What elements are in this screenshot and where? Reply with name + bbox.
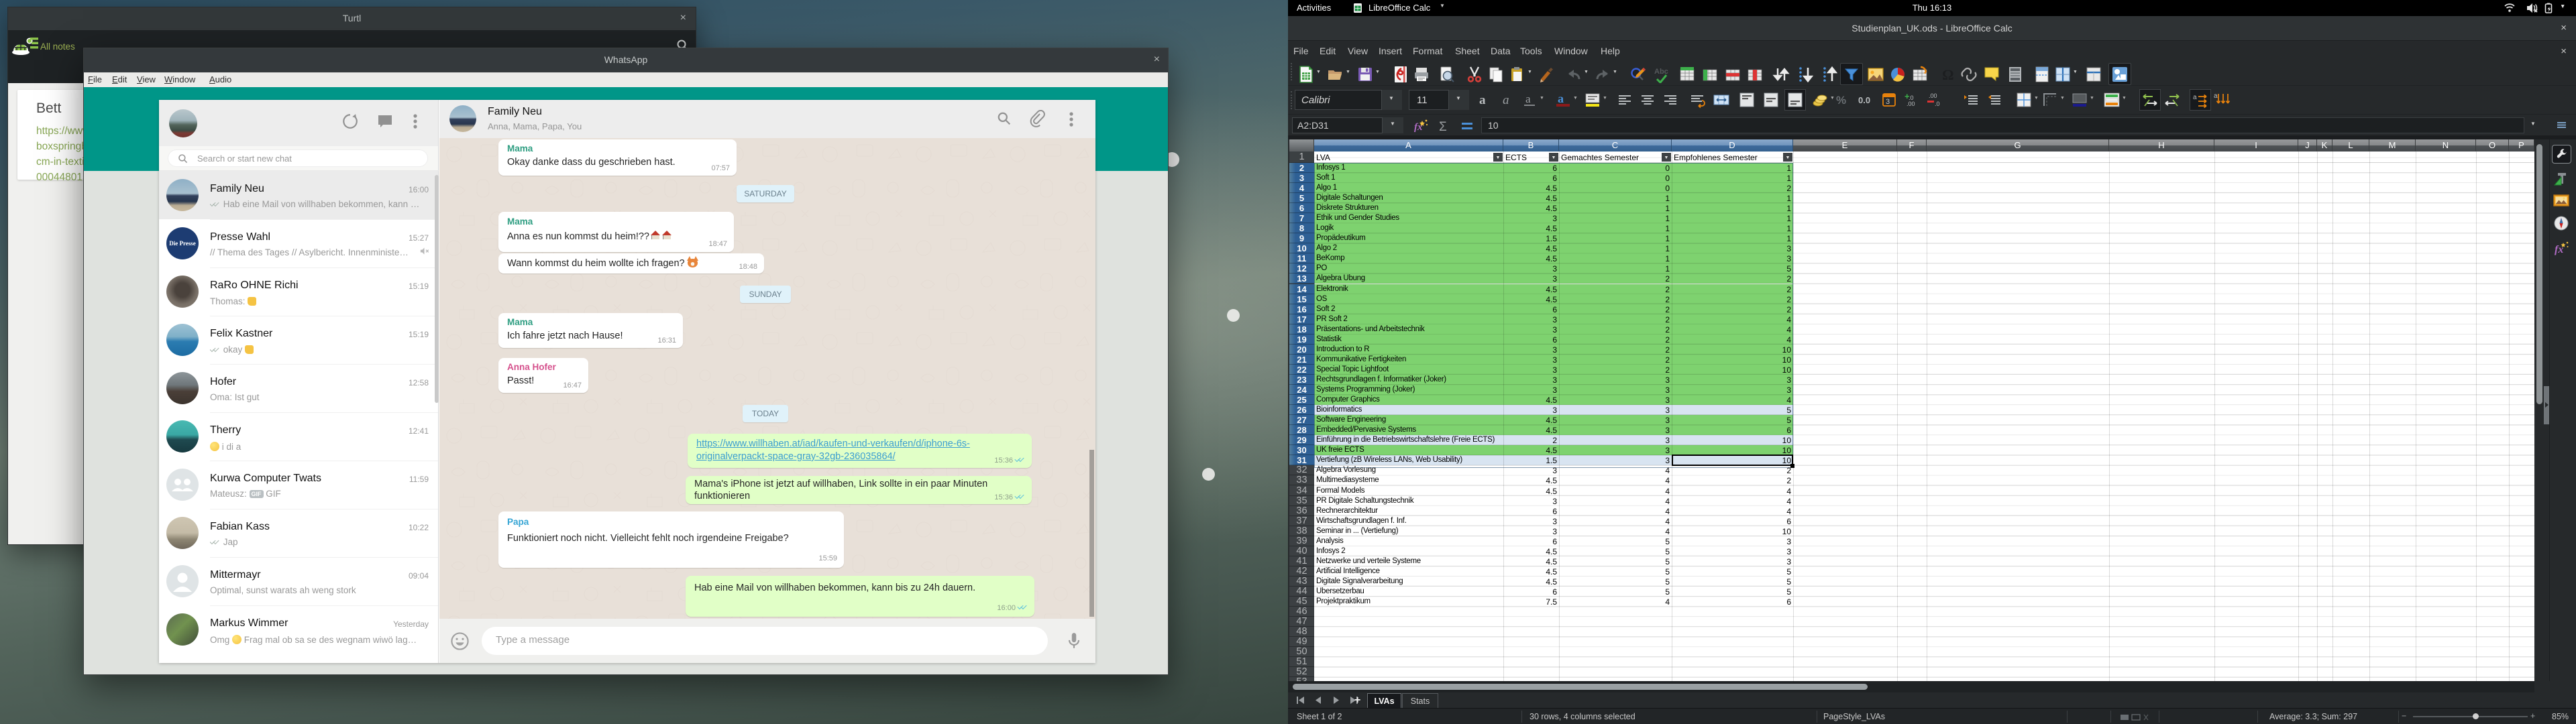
svg-text:Ω: Ω <box>1942 66 1954 83</box>
svg-text:0.0: 0.0 <box>1858 95 1870 105</box>
svg-text:a: a <box>1525 93 1531 105</box>
svg-text:.00: .00 <box>1907 101 1915 107</box>
svg-text:.00: .00 <box>1929 93 1937 99</box>
svg-text:3: 3 <box>1886 98 1890 106</box>
svg-text:a: a <box>1479 93 1486 107</box>
svg-text:%: % <box>1836 94 1846 107</box>
svg-text:Σ: Σ <box>1439 120 1447 133</box>
svg-text:Abc: Abc <box>1654 68 1668 76</box>
svg-text:a: a <box>2193 94 2197 101</box>
svg-text:a: a <box>1503 93 1509 107</box>
svg-text:.0: .0 <box>1935 101 1940 107</box>
svg-text:a: a <box>1558 92 1564 105</box>
svg-text:a: a <box>2214 93 2218 100</box>
